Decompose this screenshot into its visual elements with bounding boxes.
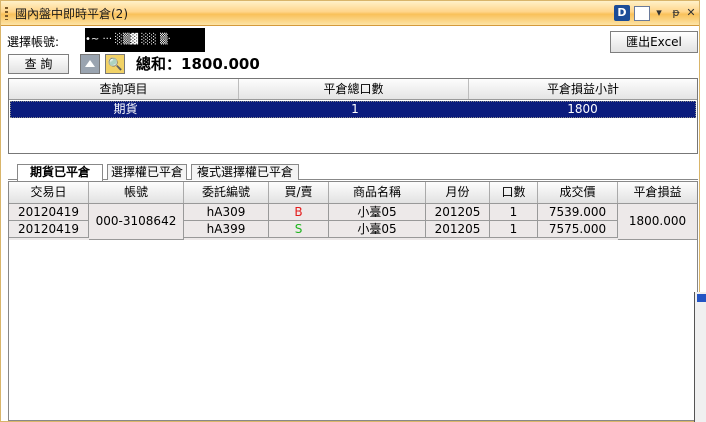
sum-value: 1800.000 [181,55,260,73]
column-header[interactable]: 商品名稱 [329,182,426,203]
grip-icon[interactable] [5,7,8,20]
d-app-icon[interactable]: D [614,5,630,21]
column-header[interactable]: 平倉損益 [618,182,697,203]
up-arrow-button[interactable] [80,54,100,74]
summary-lots: 1 [351,102,359,116]
order-number[interactable]: hA399 [184,221,269,238]
product-name[interactable]: 小臺05 [329,204,426,221]
month[interactable]: 201205 [426,204,490,221]
window-title: 國內盤中即時平倉(2) [15,7,128,21]
tab-futures-closed[interactable]: 期貨已平倉 [17,164,103,181]
column-header[interactable]: 委託編號 [184,182,269,203]
title-bar[interactable]: 國內盤中即時平倉(2) D ▾ ᵽ ✕ [1,1,699,26]
lots[interactable]: 1 [490,204,538,221]
column-header[interactable]: 平倉損益小計 [469,79,697,99]
query-button[interactable]: 查 詢 [8,54,69,74]
account-select[interactable]: •~ ··· ░▒▓ ░░ ▒· [85,28,205,52]
product-name[interactable]: 小臺05 [329,221,426,238]
trade-date[interactable]: 20120419 [9,221,89,238]
column-header[interactable]: 帳號 [89,182,184,203]
column-header[interactable]: 平倉總口數 [239,79,469,99]
month[interactable]: 201205 [426,221,490,238]
column-header[interactable]: 買/賣 [269,182,329,203]
side-buy[interactable]: B [269,204,329,221]
close-icon[interactable]: ✕ [685,5,697,21]
summary-header: 查詢項目 平倉總口數 平倉損益小計 [9,79,697,100]
search-icon[interactable]: 🔍 [105,54,125,74]
column-header[interactable]: 查詢項目 [9,79,239,99]
side-sell[interactable]: S [269,221,329,238]
export-excel-button[interactable]: 匯出Excel [610,31,698,53]
table-row[interactable]: 期貨 1 1800 [10,101,696,118]
trade-date[interactable]: 20120419 [9,204,89,221]
summary-item: 期貨 [113,102,138,116]
window: 國內盤中即時平倉(2) D ▾ ᵽ ✕ 選擇帳號: •~ ··· ░▒▓ ░░ … [0,0,700,422]
column-header[interactable]: 成交價 [538,182,618,203]
sum-label: 總和： [136,55,182,73]
tab-options-closed[interactable]: 選擇權已平倉 [107,164,187,180]
pin-icon[interactable]: ᵽ [670,5,682,21]
tab-complex-options-closed[interactable]: 複式選擇權已平倉 [191,164,299,180]
column-header[interactable]: 口數 [490,182,538,203]
document-icon[interactable] [634,6,650,21]
lots[interactable]: 1 [490,221,538,238]
background-window-edge [694,292,706,422]
summary-table: 查詢項目 平倉總口數 平倉損益小計 期貨 1 1800 [8,78,698,154]
account-cell[interactable]: 000-3108642 [89,204,184,240]
trade-price[interactable]: 7539.000 [538,204,618,221]
detail-header: 交易日 帳號 委託編號 買/賣 商品名稱 月份 口數 成交價 平倉損益 [9,182,697,204]
dropdown-icon[interactable]: ▾ [653,5,665,21]
summary-pnl: 1800 [567,102,598,116]
column-header[interactable]: 交易日 [9,182,89,203]
closing-pnl[interactable]: 1800.000 [618,204,697,240]
sum-total: 總和：1800.000 [136,53,260,74]
account-label: 選擇帳號: [7,35,60,49]
column-header[interactable]: 月份 [426,182,490,203]
order-number[interactable]: hA309 [184,204,269,221]
detail-body: 20120419 000-3108642 hA309 B 小臺05 201205… [9,204,697,240]
trade-price[interactable]: 7575.000 [538,221,618,238]
detail-table: 交易日 帳號 委託編號 買/賣 商品名稱 月份 口數 成交價 平倉損益 2012… [8,181,698,421]
